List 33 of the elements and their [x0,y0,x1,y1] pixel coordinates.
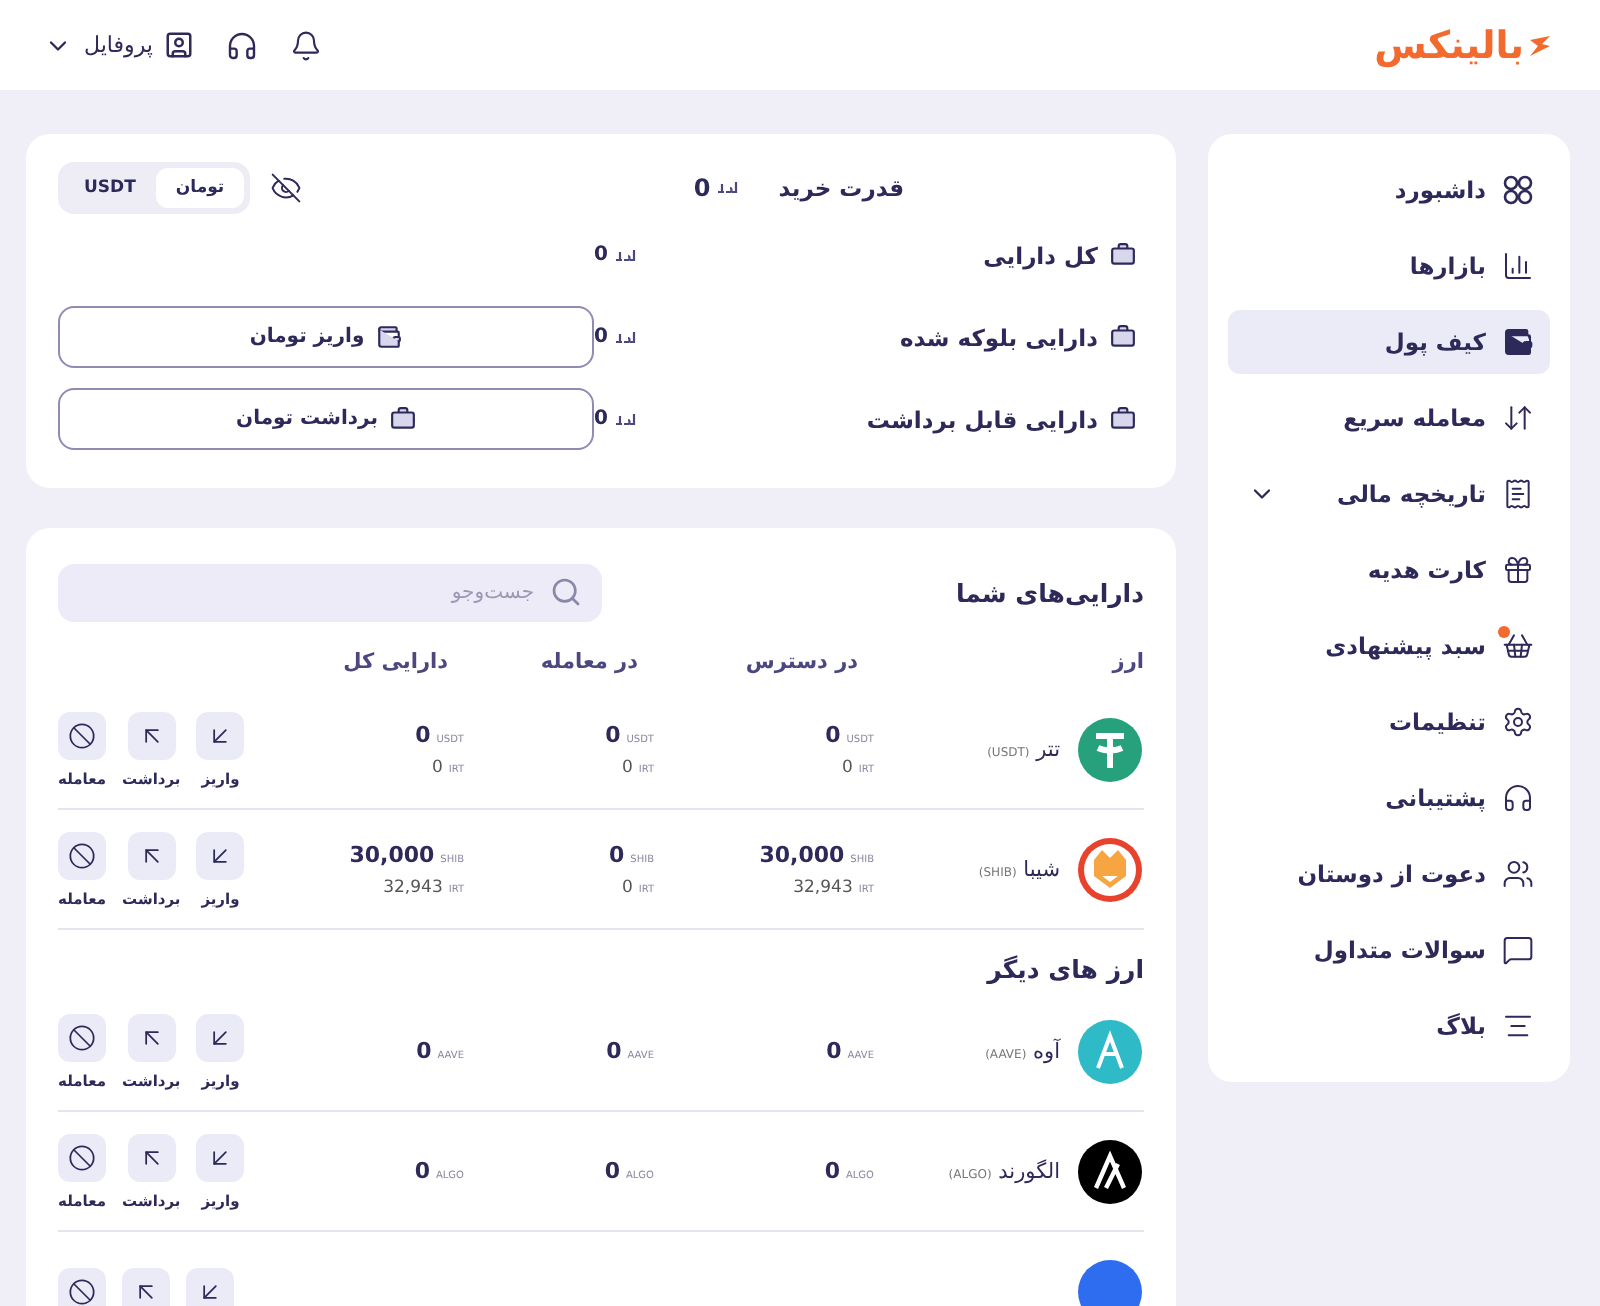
sidebar-item[interactable]: بلاگ [1228,994,1550,1058]
unit-tab[interactable]: تومان [155,168,245,208]
balance-value: 0 [594,244,636,266]
sidebar-item[interactable]: کیف پول [1228,310,1550,374]
purchase-power-value: 0 [693,174,739,202]
sidebar-item[interactable]: تنظیمات [1228,690,1550,754]
column-header: ارز [1109,650,1144,674]
withdraw-toman-button[interactable]: برداشت تومان [58,388,594,450]
sidebar-item[interactable]: سوالات متداول [1228,918,1550,982]
search-field[interactable]: جست‌وجو [58,564,602,622]
sidebar-item[interactable]: معامله سریع [1228,386,1550,450]
balance-value: 0 [594,408,636,430]
sidebar-item[interactable]: تاریخچه مالی [1228,462,1550,526]
column-header: در معامله [538,650,640,674]
sidebar-item[interactable]: کارت هدیه [1228,538,1550,602]
sidebar-item[interactable]: بازارها [1228,234,1550,298]
unit-tab[interactable]: USDT [64,168,156,208]
purchase-power-label: قدرت خرید [778,174,904,202]
deposit-toman-button[interactable]: واریز تومان [58,306,594,368]
sidebar-item[interactable]: دعوت از دوستان [1228,842,1550,906]
profile-button[interactable]: پروفایل [44,30,195,60]
sidebar-item[interactable]: داشبورد [1228,158,1550,222]
balance-label: دارایی قابل برداشت [636,405,1136,433]
logo-text: بالینکس [1374,23,1524,67]
balance-value: 0 [594,326,636,348]
assets-title: دارایی‌های شما [955,578,1144,608]
column-header: دارایی کل [341,650,450,674]
balance-label: دارایی بلوکه شده [636,323,1136,351]
sidebar-item[interactable]: سبد پیشنهادی [1228,614,1550,678]
section-title: ارز های دیگر [984,952,1144,988]
balance-label: کل دارایی [636,241,1136,269]
column-header: در دسترس [743,650,860,674]
sidebar-item[interactable]: پشتیبانی [1228,766,1550,830]
